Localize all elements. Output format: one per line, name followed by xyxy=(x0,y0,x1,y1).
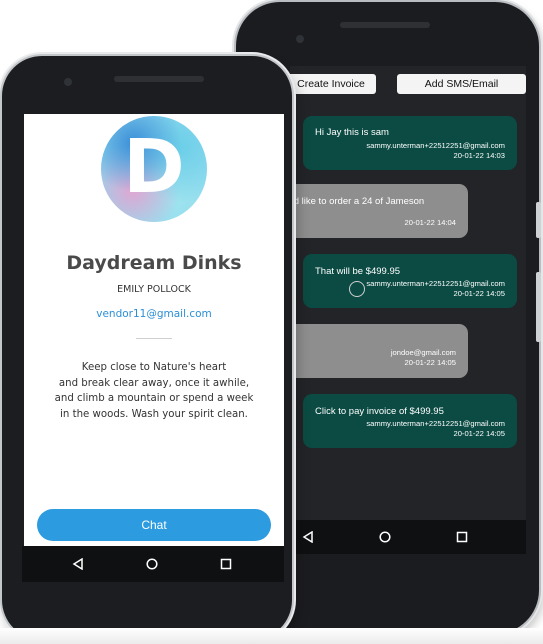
message-meta: jondoe@gmail.com 20-01-22 14:05 xyxy=(391,348,456,368)
message-bubble[interactable]: , I'd like to order a 24 of Jameson 20-0… xyxy=(290,184,468,238)
front-camera xyxy=(64,78,72,86)
logo-letter: D xyxy=(123,124,185,210)
bottom-shadow xyxy=(0,628,543,644)
back-icon[interactable] xyxy=(302,531,314,543)
message-meta: sammy.unterman+22512251@gmail.com 20-01-… xyxy=(366,419,505,439)
vendor-email-link[interactable]: vendor11@gmail.com xyxy=(24,308,284,320)
touch-indicator xyxy=(349,281,365,297)
message-text: , I'd like to order a 24 of Jameson xyxy=(290,196,425,207)
message-text: Click to pay invoice of $499.95 xyxy=(315,406,444,417)
front-phone-nav-bar xyxy=(22,546,284,582)
back-phone-nav-bar xyxy=(290,520,526,554)
message-sender: sammy.unterman+22512251@gmail.com xyxy=(366,419,505,428)
recents-icon[interactable] xyxy=(456,531,468,543)
invoice-chat-screen: Create Invoice Add SMS/Email Hi Jay this… xyxy=(290,66,526,554)
message-meta: sammy.unterman+22512251@gmail.com 20-01-… xyxy=(366,279,505,299)
vendor-bio: Keep close to Nature's heart and break c… xyxy=(34,360,274,422)
bio-line: in the woods. Wash your spirit clean. xyxy=(60,408,248,420)
back-icon[interactable] xyxy=(72,558,84,570)
message-time: 20-01-22 14:05 xyxy=(404,358,456,367)
volume-button xyxy=(536,202,541,238)
message-sender: jondoe@gmail.com xyxy=(390,348,456,357)
message-bubble[interactable]: jondoe@gmail.com 20-01-22 14:05 xyxy=(290,324,468,378)
message-meta: sammy.unterman+22512251@gmail.com 20-01-… xyxy=(366,141,505,161)
business-name: Daydream Dinks xyxy=(66,252,242,274)
speaker-grille xyxy=(340,22,430,28)
message-bubble[interactable]: That will be $499.95 sammy.unterman+2251… xyxy=(303,254,517,308)
message-text: That will be $499.95 xyxy=(315,266,401,277)
vendor-profile-screen: D Daydream Dinks EMILY POLLOCK vendor11@… xyxy=(24,114,284,546)
bio-line: Keep close to Nature's heart xyxy=(81,362,227,373)
chat-button[interactable]: Chat xyxy=(37,509,271,541)
message-text: Hi Jay this is sam xyxy=(315,127,389,138)
home-icon[interactable] xyxy=(146,558,158,570)
message-time: 20-01-22 14:04 xyxy=(404,218,456,227)
divider xyxy=(136,338,172,339)
message-bubble[interactable]: Hi Jay this is sam sammy.unterman+225122… xyxy=(303,116,517,170)
message-time: 20-01-22 14:05 xyxy=(453,289,505,298)
message-bubble[interactable]: Click to pay invoice of $499.95 sammy.un… xyxy=(303,394,517,448)
message-sender: sammy.unterman+22512251@gmail.com xyxy=(366,141,505,150)
add-sms-email-button[interactable]: Add SMS/Email xyxy=(397,74,526,94)
message-time: 20-01-22 14:03 xyxy=(453,151,505,160)
create-invoice-button[interactable]: Create Invoice xyxy=(290,74,376,94)
speaker-grille xyxy=(114,76,204,82)
message-sender: sammy.unterman+22512251@gmail.com xyxy=(366,279,505,288)
recents-icon[interactable] xyxy=(220,558,232,570)
owner-name: EMILY POLLOCK xyxy=(117,284,191,295)
home-icon[interactable] xyxy=(379,531,391,543)
bio-line: and climb a mountain or spend a week xyxy=(54,393,254,404)
front-camera xyxy=(296,35,304,43)
bio-line: and break clear away, once it awhile, xyxy=(58,377,250,389)
message-meta: 20-01-22 14:04 xyxy=(404,218,456,228)
power-button xyxy=(536,272,541,342)
message-time: 20-01-22 14:05 xyxy=(453,429,505,438)
vendor-logo: D xyxy=(101,116,207,222)
